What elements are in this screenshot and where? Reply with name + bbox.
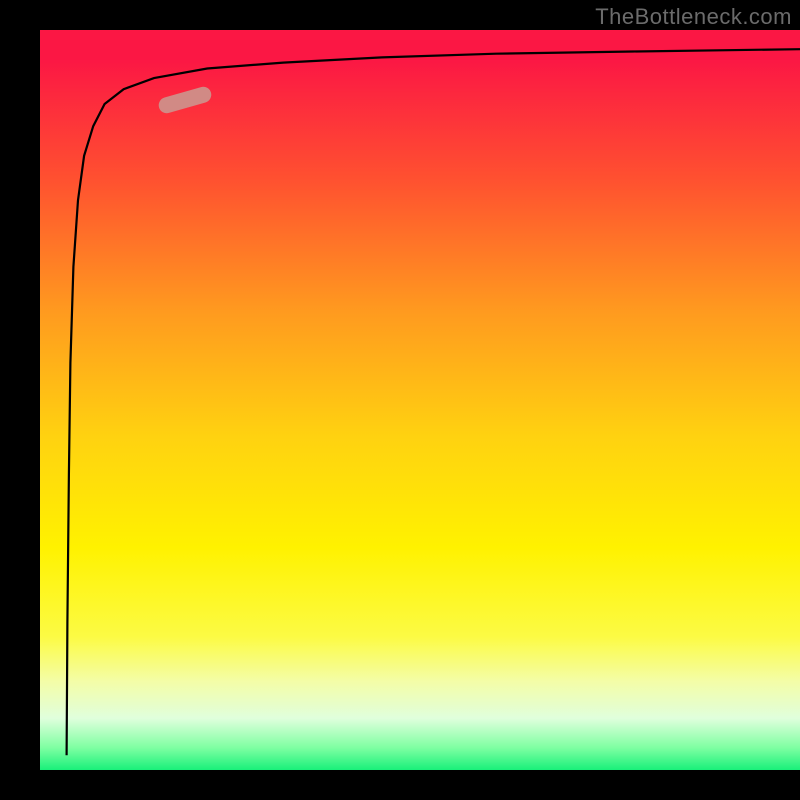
chart-svg	[40, 30, 800, 770]
curve-line	[67, 49, 800, 755]
watermark-text: TheBottleneck.com	[595, 4, 792, 30]
curve-marker	[157, 85, 213, 115]
chart-container: TheBottleneck.com	[0, 0, 800, 800]
